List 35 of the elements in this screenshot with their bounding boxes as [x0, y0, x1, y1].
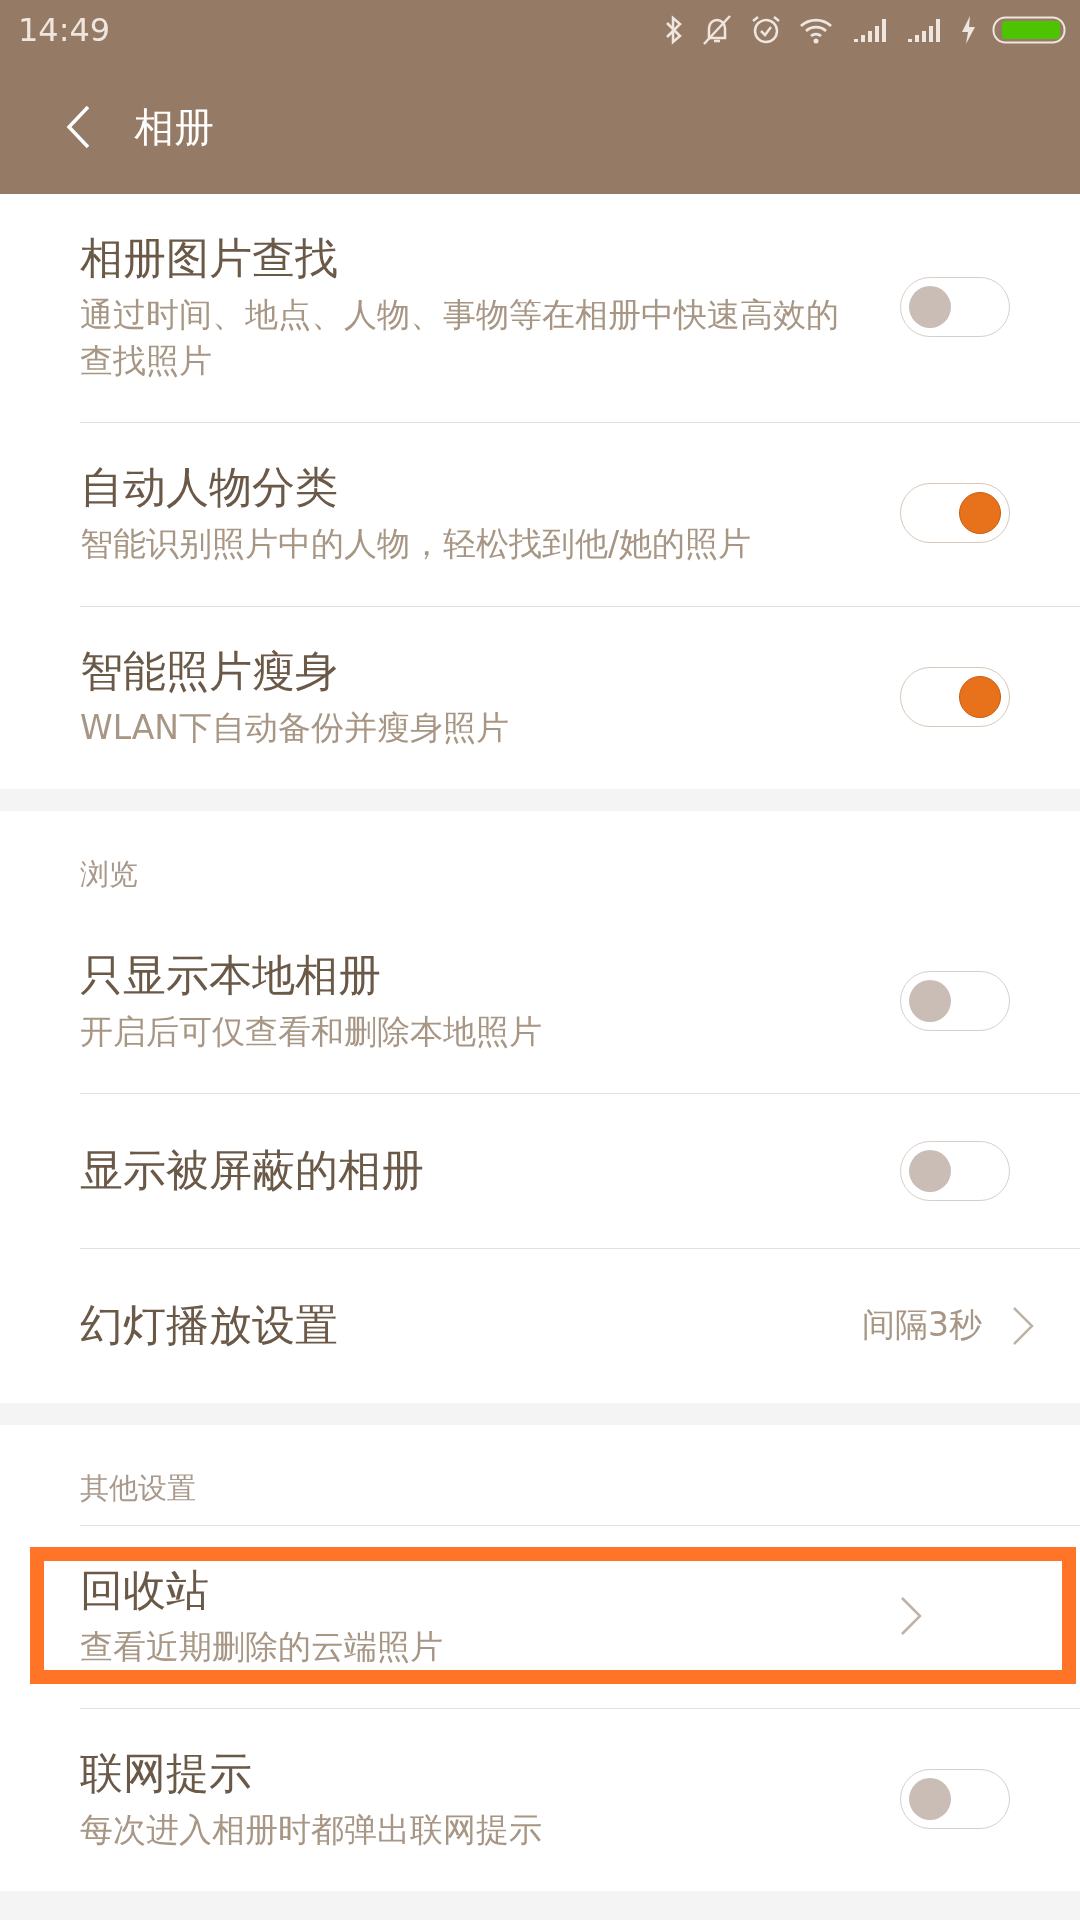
setting-description: 通过时间、地点、人物、事物等在相册中快速高效的查找照片 [80, 294, 840, 383]
setting-description: 智能识别照片中的人物，轻松找到他/她的照片 [80, 523, 753, 566]
section-header: 其他设置 [80, 1469, 196, 1507]
battery-icon [992, 16, 1066, 44]
alarm-clock-icon [750, 14, 782, 46]
setting-title: 显示被屏蔽的相册 [80, 1143, 425, 1197]
settings-row[interactable]: 智能照片瘦身 WLAN下自动备份并瘦身照片 [80, 605, 1080, 789]
settings-row[interactable]: 回收站 查看近期删除的云端照片 [80, 1524, 1080, 1709]
settings-row[interactable]: 相册图片查找 通过时间、地点、人物、事物等在相册中快速高效的查找照片 [80, 194, 1080, 423]
setting-title: 相册图片查找 [80, 232, 339, 285]
setting-description: 每次进入相册时都弹出联网提示 [80, 1809, 543, 1852]
settings-row[interactable]: 自动人物分类 智能识别照片中的人物，轻松找到他/她的照片 [80, 422, 1080, 606]
chevron-right-icon [1012, 1305, 1034, 1346]
settings-row[interactable]: 联网提示 每次进入相册时都弹出联网提示 [80, 1708, 1080, 1892]
setting-title: 回收站 [80, 1563, 210, 1617]
setting-description: 查看近期删除的云端照片 [80, 1625, 444, 1668]
status-time: 14:49 [18, 11, 112, 49]
setting-title: 智能照片瘦身 [80, 644, 339, 698]
setting-title: 幻灯播放设置 [80, 1298, 339, 1352]
page-title: 相册 [134, 102, 214, 152]
section-header: 浏览 [80, 855, 138, 893]
settings-row[interactable]: 只显示本地相册 开启后可仅查看和删除本地照片 [80, 910, 1080, 1093]
back-icon[interactable] [66, 105, 90, 149]
bluetooth-icon [664, 15, 684, 45]
charging-icon [960, 15, 976, 45]
setting-description: WLAN下自动备份并瘦身照片 [80, 706, 511, 749]
setting-description: 开启后可仅查看和删除本地照片 [80, 1010, 543, 1053]
settings-row[interactable]: 幻灯播放设置 间隔3秒 [80, 1247, 1080, 1403]
setting-title: 联网提示 [80, 1747, 253, 1801]
muted-bell-icon [700, 14, 734, 46]
setting-value: 间隔3秒 [862, 1304, 982, 1347]
chevron-right-icon [900, 1596, 922, 1637]
setting-title: 只显示本地相册 [80, 948, 382, 1002]
setting-title: 自动人物分类 [80, 461, 339, 515]
settings-row[interactable]: 显示被屏蔽的相册 [80, 1092, 1080, 1248]
